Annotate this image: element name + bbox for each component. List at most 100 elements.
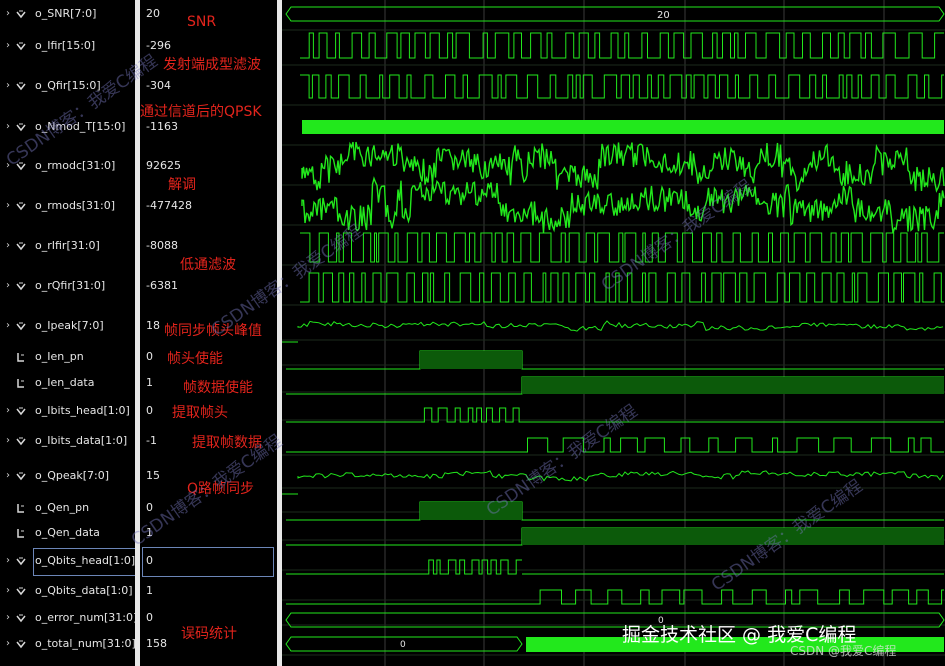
signal-name: o_Ifir[15:0] [35,39,96,52]
expand-arrow-icon[interactable]: › [4,634,12,654]
expand-arrow-icon[interactable]: › [4,36,12,56]
bus-signal-icon [16,407,26,416]
bus-signal-icon [16,322,26,331]
expand-arrow-icon[interactable]: › [4,117,12,137]
bus-signal-icon [16,557,26,566]
signal-value: 0 [146,404,153,417]
annotation: 帧同步帧头峰值 [164,323,262,339]
signal-value: 1 [146,376,153,389]
annotation: Q路帧同步 [187,481,255,497]
snr-bus-value: 20 [657,10,670,21]
expand-arrow-icon[interactable]: › [4,4,12,24]
signal-name: o_total_num[31:0] [35,637,136,650]
ien-pn-fill [420,351,522,369]
annotation: 帧数据使能 [183,380,253,396]
qen-data-fill [522,528,944,545]
signal-name: o_Qen_pn [35,501,90,514]
csdn-watermark: CSDN @我爱C编程 [790,644,897,658]
signal-value: 0 [146,611,153,624]
bit-signal-icon [17,353,24,362]
bus-signal-icon [16,10,26,19]
nmod-wave-band [302,120,944,134]
signal-name: o_Qen_data [35,526,100,539]
total-bus-value: 0 [400,640,406,650]
expand-arrow-icon[interactable]: › [4,276,12,296]
signal-name: o_error_num[31:0] [35,611,138,624]
signal-value: -296 [146,39,171,52]
signal-name: o_Ien_pn [35,350,84,363]
expand-arrow-icon[interactable]: › [4,316,12,336]
signal-name: o_Qpeak[7:0] [35,469,110,482]
bus-signal-icon [16,614,26,623]
qbits-data-wave [522,589,944,605]
signal-name: o_rIfir[31:0] [35,239,100,252]
expand-arrow-icon[interactable]: › [4,196,12,216]
annotation: 低通滤波 [180,257,236,273]
signal-value: 1 [146,584,153,597]
signal-name: o_Ien_data [35,376,95,389]
ipeak-wave [297,320,944,332]
signal-name-panel: › o_SNR[7:0] › o_Ifir[15:0] › o_Qfir[15:0] … [0,0,138,666]
signal-value: 92625 [146,159,181,172]
qen-pn-fill [420,502,522,520]
rqfir-wave [300,272,944,303]
signal-name: o_SNR[7:0] [35,7,97,20]
signal-value: -304 [146,79,171,92]
bus-signal-icon [16,587,26,596]
annotation: 提取帧数据 [192,435,262,451]
bus-signal-icon [16,242,26,251]
signal-value: 20 [146,7,160,20]
signal-value: -1 [146,434,157,447]
signal-name: o_Qfir[15:0] [35,79,101,92]
expand-arrow-icon[interactable]: › [4,608,12,628]
expand-arrow-icon[interactable]: › [4,551,12,571]
bus-signal-icon [16,42,26,51]
signal-name: o_Ibits_data[1:0] [35,434,128,447]
signal-name: o_rmods[31:0] [35,199,116,212]
bus-signal-icon [16,82,26,91]
bus-signal-icon [16,202,26,211]
bit-signal-icon [17,379,24,388]
annotation: 发射端成型滤波 [163,57,261,73]
annotation: 帧头使能 [167,351,223,367]
signal-value: 1 [146,526,153,539]
signal-name: o_Qbits_data[1:0] [35,584,133,597]
expand-arrow-icon[interactable]: › [4,466,12,486]
signal-value: 158 [146,637,167,650]
signal-name: o_Ipeak[7:0] [35,319,104,332]
bit-signal-icon [17,529,24,538]
rifir-wave [300,232,944,263]
bus-signal-icon [16,640,26,649]
annotation: 提取帧头 [172,405,228,421]
annotation: 解调 [168,177,196,193]
bus-signal-icon [16,123,26,132]
bus-signal-icon [16,437,26,446]
signal-name: o_Qbits_head[1:0] [35,554,136,567]
signal-name: o_Ibits_head[1:0] [35,404,130,417]
expand-arrow-icon[interactable]: › [4,76,12,96]
signal-value: 0 [146,501,153,514]
signal-value: -6381 [146,279,178,292]
signal-value: 0 [146,554,153,567]
signal-value: 0 [146,350,153,363]
expand-arrow-icon[interactable]: › [4,431,12,451]
bus-signal-icon [16,472,26,481]
signal-name: o_rmodc[31:0] [35,159,116,172]
signal-name: o_Nmod_T[15:0] [35,120,126,133]
qbits-head-wave [420,559,522,575]
expand-arrow-icon[interactable]: › [4,401,12,421]
ibits-data-wave [522,437,944,453]
signal-value: -477428 [146,199,192,212]
waveform-panel[interactable]: 20 0 0 [282,0,945,666]
expand-arrow-icon[interactable]: › [4,156,12,176]
bus-signal-icon [16,282,26,291]
qpeak-wave [297,470,944,482]
signal-value: 18 [146,319,160,332]
signal-value: -8088 [146,239,178,252]
annotation: 通过信道后的QPSK [140,104,262,120]
bit-signal-icon [17,504,24,513]
signal-name: o_rQfir[31:0] [35,279,106,292]
expand-arrow-icon[interactable]: › [4,236,12,256]
expand-arrow-icon[interactable]: › [4,581,12,601]
waveform-canvas[interactable]: 2000 [282,0,945,666]
